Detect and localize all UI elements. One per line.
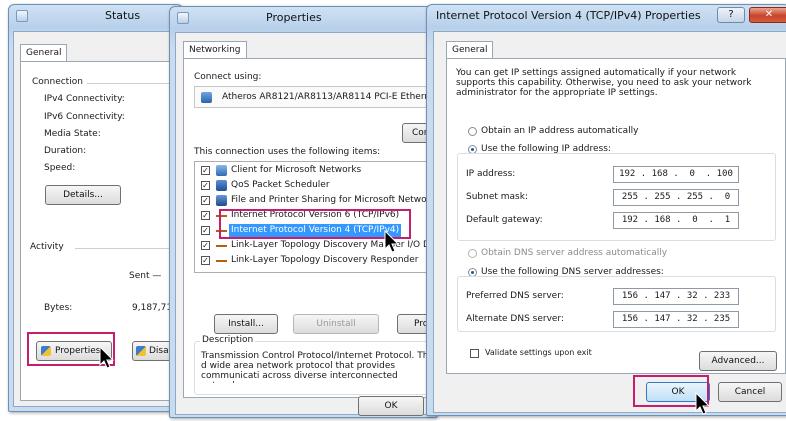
ip-address-input[interactable]: 192 . 168 . 0 . 100 [613, 166, 739, 183]
install-button[interactable]: Install... [214, 314, 278, 334]
subnet-mask-input[interactable]: 255 . 255 . 255 . 0 [613, 189, 739, 206]
tab-general[interactable]: General [20, 44, 68, 62]
description-heading: Description [200, 335, 256, 345]
ipv4-client: General You can get IP settings assigned… [433, 31, 786, 413]
adapter-icon [201, 92, 212, 103]
details-button[interactable]: Details... [45, 185, 121, 205]
tab-networking[interactable]: Networking [183, 41, 247, 59]
adapter-name: Atheros AR8121/AR8113/AR8114 PCI-E Ether… [222, 92, 436, 102]
list-item[interactable]: ✓ Link-Layer Topology Discovery Mapper I… [195, 239, 440, 253]
protocol-icon [216, 245, 227, 247]
default-gateway-label: Default gateway: [466, 215, 543, 225]
item-checkbox[interactable]: ✓ [201, 211, 210, 220]
bytes-sent-value: 9,187,71 [132, 303, 173, 313]
auto-dns-radio [468, 249, 477, 258]
ipv4-titlebar[interactable]: Internet Protocol Version 4 (TCP/IPv4) P… [427, 5, 786, 27]
preferred-dns-label: Preferred DNS server: [466, 291, 564, 301]
ipv4-connectivity-label: IPv4 Connectivity: [44, 94, 125, 104]
help-icon: ? [728, 9, 734, 20]
mouse-cursor-icon [99, 346, 115, 369]
ipv4-title: Internet Protocol Version 4 (TCP/IPv4) P… [436, 9, 701, 22]
intro-text: You can get IP settings assigned automat… [456, 68, 752, 98]
item-label: File and Printer Sharing for Microsoft N… [231, 195, 440, 205]
description-text: Transmission Control Protocol/Internet P… [201, 351, 434, 383]
client-icon [216, 165, 227, 176]
protocol-icon [216, 260, 227, 262]
activity-heading: Activity [30, 242, 64, 252]
help-button[interactable]: ? [717, 7, 745, 23]
item-checkbox[interactable]: ✓ [201, 241, 210, 250]
properties-ok-button[interactable]: OK [358, 396, 424, 416]
alternate-dns-label: Alternate DNS server: [466, 314, 565, 324]
mouse-cursor-icon [384, 230, 400, 253]
properties-titlebar[interactable]: Properties [170, 7, 436, 29]
item-label: Client for Microsoft Networks [231, 165, 362, 175]
media-state-label: Media State: [44, 129, 101, 139]
close-icon: ✕ [764, 9, 774, 20]
validate-label: Validate settings upon exit [485, 348, 592, 357]
uninstall-button: Uninstall [293, 314, 379, 334]
close-button[interactable]: ✕ [749, 7, 786, 23]
validate-checkbox[interactable] [470, 349, 479, 358]
status-titlebar[interactable]: Status [9, 5, 182, 27]
network-icon [16, 10, 28, 22]
items-label: This connection uses the following items… [194, 147, 381, 157]
item-label: Link-Layer Topology Discovery Mapper I/O… [231, 240, 440, 250]
list-item[interactable]: ✓ Client for Microsoft Networks [195, 164, 439, 178]
mouse-cursor-icon [695, 392, 711, 415]
duration-label: Duration: [44, 146, 87, 156]
item-checkbox[interactable]: ✓ [201, 256, 210, 265]
speed-label: Speed: [44, 163, 76, 173]
bytes-label: Bytes: [44, 303, 73, 313]
default-gateway-input[interactable]: 192 . 168 . 0 . 1 [613, 212, 739, 229]
alternate-dns-input[interactable]: 156 . 147 . 32 . 235 [613, 311, 739, 328]
item-label: QoS Packet Scheduler [231, 180, 330, 190]
scheduler-icon [216, 180, 227, 191]
auto-ip-label: Obtain an IP address automatically [481, 126, 639, 136]
list-item[interactable]: ✓ QoS Packet Scheduler [195, 179, 439, 193]
ipv4-item-highlight [219, 209, 411, 239]
ipv4-window: Internet Protocol Version 4 (TCP/IPv4) P… [426, 4, 786, 416]
item-label: Link-Layer Topology Discovery Responder [231, 255, 419, 265]
list-item[interactable]: ✓ File and Printer Sharing for Microsoft… [195, 194, 440, 208]
shield-icon [136, 346, 146, 356]
item-checkbox[interactable]: ✓ [201, 166, 210, 175]
ipv6-connectivity-label: IPv6 Connectivity: [44, 112, 125, 122]
cancel-button[interactable]: Cancel [718, 382, 782, 402]
auto-ip-radio[interactable] [468, 127, 477, 136]
ipv4-tabpage: You can get IP settings assigned automat… [446, 58, 786, 374]
auto-dns-label: Obtain DNS server address automatically [481, 248, 668, 258]
sent-label: Sent — [129, 271, 162, 281]
network-icon [177, 12, 189, 24]
connection-heading: Connection [32, 77, 83, 87]
item-checkbox[interactable]: ✓ [201, 226, 210, 235]
item-checkbox[interactable]: ✓ [201, 181, 210, 190]
preferred-dns-input[interactable]: 156 . 147 . 32 . 233 [613, 288, 739, 305]
tab-general[interactable]: General [446, 41, 494, 59]
adapter-field: Atheros AR8121/AR8113/AR8114 PCI-E Ether… [194, 86, 440, 108]
item-checkbox[interactable]: ✓ [201, 196, 210, 205]
printer-sharing-icon [216, 195, 227, 206]
properties-title: Properties [266, 11, 322, 24]
ip-address-label: IP address: [466, 169, 516, 179]
connect-using-label: Connect using: [194, 72, 262, 82]
subnet-mask-label: Subnet mask: [466, 192, 528, 202]
list-item[interactable]: ✓ Link-Layer Topology Discovery Responde… [195, 254, 439, 268]
advanced-button[interactable]: Advanced... [699, 351, 777, 371]
status-title: Status [105, 9, 141, 22]
